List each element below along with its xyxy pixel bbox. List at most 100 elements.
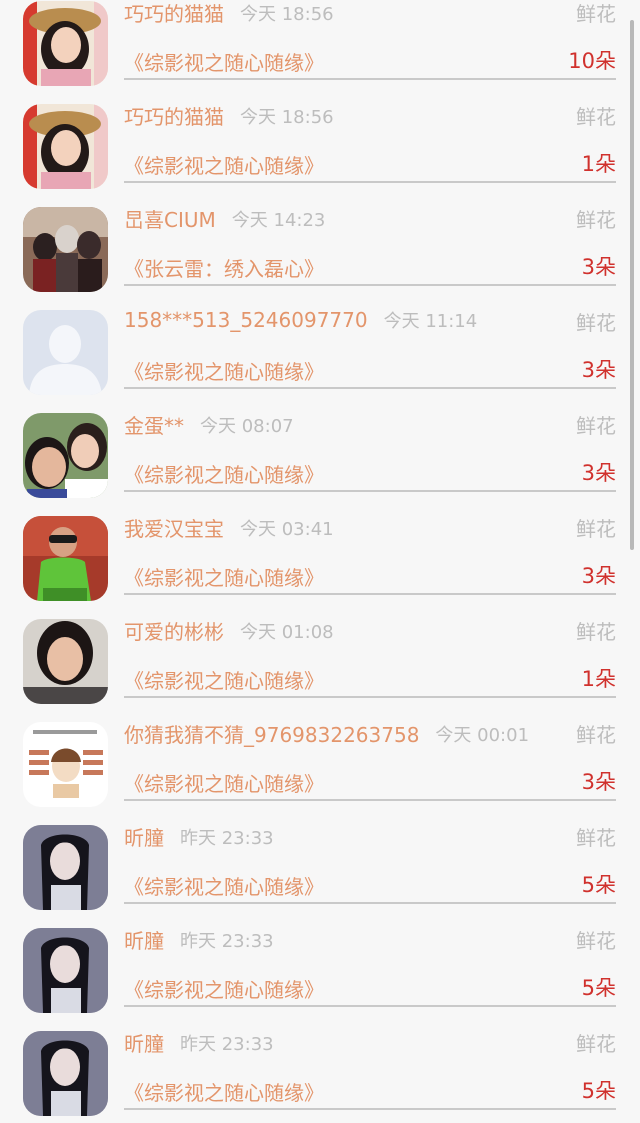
divider [124, 593, 616, 595]
divider [124, 78, 616, 80]
user-name[interactable]: 巧巧的猫猫 [124, 2, 224, 26]
timestamp: 今天 03:41 [240, 518, 334, 540]
avatar-hat-woman-icon [23, 104, 108, 189]
timestamp: 今天 11:14 [383, 311, 478, 332]
user-name[interactable]: 昕膧 [124, 929, 164, 953]
timestamp: 昨天 23:33 [180, 1033, 274, 1055]
book-title[interactable]: 《综影视之随心随缘》 [124, 665, 324, 694]
gift-type: 鲜花 [576, 517, 616, 541]
name-line: 158***513_5246097770 今天 11:14 [124, 307, 540, 333]
gift-count: 10朵 [568, 49, 616, 73]
book-title[interactable]: 《综影视之随心随缘》 [124, 47, 324, 76]
gift-type: 鲜花 [576, 311, 616, 335]
gift-type: 鲜花 [576, 105, 616, 129]
book-title[interactable]: 《综影视之随心随缘》 [124, 1077, 324, 1106]
divider [124, 181, 616, 183]
timestamp: 今天 18:56 [240, 3, 334, 25]
gift-type: 鲜花 [576, 414, 616, 438]
avatar[interactable] [23, 928, 108, 1013]
gift-count: 5朵 [581, 873, 616, 897]
avatar[interactable] [23, 825, 108, 910]
list-item[interactable]: 昕膧 昨天 23:33 鲜花 《综影视之随心随缘》 5朵 [0, 1020, 640, 1123]
list-item[interactable]: 巧巧的猫猫 今天 18:56 鲜花 《综影视之随心随缘》 10朵 [0, 0, 640, 93]
book-title[interactable]: 《综影视之随心随缘》 [124, 150, 324, 179]
list-item[interactable]: 可爱的彬彬 今天 01:08 鲜花 《综影视之随心随缘》 1朵 [0, 608, 640, 711]
name-line: 金蛋** 今天 08:07 [124, 410, 540, 439]
gift-count: 3朵 [581, 358, 616, 382]
avatar[interactable] [23, 207, 108, 292]
gift-count: 5朵 [581, 976, 616, 1000]
avatar-anime-group-icon [23, 207, 108, 292]
avatar[interactable] [23, 413, 108, 498]
timestamp: 今天 01:08 [240, 621, 334, 643]
book-title[interactable]: 《综影视之随心随缘》 [124, 459, 324, 488]
list-item[interactable]: 旵喜CIUM 今天 14:23 鲜花 《张云雷：绣入磊心》 3朵 [0, 196, 640, 299]
timestamp: 昨天 23:33 [180, 827, 274, 849]
divider [124, 799, 616, 801]
divider [124, 902, 616, 904]
avatar[interactable] [23, 1031, 108, 1116]
avatar[interactable] [23, 619, 108, 704]
avatar-cartoon-sticker-icon [23, 722, 108, 807]
list-item[interactable]: 我爱汉宝宝 今天 03:41 鲜花 《综影视之随心随缘》 3朵 [0, 505, 640, 608]
gift-record-list: 巧巧的猫猫 今天 18:56 鲜花 《综影视之随心随缘》 10朵 巧巧的猫猫 今天 … [0, 0, 640, 1123]
timestamp: 今天 08:07 [200, 415, 294, 437]
gift-count: 3朵 [581, 461, 616, 485]
list-item[interactable]: 158***513_5246097770 今天 11:14 鲜花 《综影视之随心随… [0, 299, 640, 402]
name-line: 昕膧 昨天 23:33 [124, 925, 540, 954]
user-name[interactable]: 昕膧 [124, 826, 164, 850]
scrollbar[interactable] [630, 20, 634, 550]
user-name[interactable]: 我爱汉宝宝 [124, 517, 224, 541]
book-title[interactable]: 《张云雷：绣入磊心》 [124, 253, 324, 282]
timestamp: 昨天 23:33 [180, 930, 274, 952]
book-title[interactable]: 《综影视之随心随缘》 [124, 356, 324, 385]
divider [124, 696, 616, 698]
name-line: 我爱汉宝宝 今天 03:41 [124, 513, 540, 542]
gift-type: 鲜花 [576, 2, 616, 26]
list-item[interactable]: 昕膧 昨天 23:33 鲜花 《综影视之随心随缘》 5朵 [0, 917, 640, 1020]
gift-type: 鲜花 [576, 723, 616, 747]
book-title[interactable]: 《综影视之随心随缘》 [124, 871, 324, 900]
user-name[interactable]: 你猜我猜不猜_9769832263758 [124, 723, 419, 747]
avatar-mother-child-icon [23, 413, 108, 498]
avatar-hat-woman-icon [23, 1, 108, 86]
book-title[interactable]: 《综影视之随心随缘》 [124, 562, 324, 591]
name-line: 可爱的彬彬 今天 01:08 [124, 616, 540, 645]
gift-count: 3朵 [581, 770, 616, 794]
avatar-anime-girl-icon [23, 825, 108, 910]
avatar[interactable] [23, 516, 108, 601]
avatar[interactable] [23, 1, 108, 86]
avatar-default-silhouette-icon [23, 310, 108, 395]
user-name[interactable]: 旵喜CIUM [124, 208, 216, 232]
book-title[interactable]: 《综影视之随心随缘》 [124, 974, 324, 1003]
gift-type: 鲜花 [576, 826, 616, 850]
name-line: 巧巧的猫猫 今天 18:56 [124, 0, 540, 27]
user-name[interactable]: 巧巧的猫猫 [124, 105, 224, 129]
list-item[interactable]: 昕膧 昨天 23:33 鲜花 《综影视之随心随缘》 5朵 [0, 814, 640, 917]
list-item[interactable]: 你猜我猜不猜_9769832263758 今天 00:01 鲜花 《综影视之随心随… [0, 711, 640, 814]
timestamp: 今天 14:23 [231, 209, 326, 231]
avatar[interactable] [23, 310, 108, 395]
list-item[interactable]: 巧巧的猫猫 今天 18:56 鲜花 《综影视之随心随缘》 1朵 [0, 93, 640, 196]
divider [124, 387, 616, 389]
divider [124, 1005, 616, 1007]
gift-type: 鲜花 [576, 929, 616, 953]
name-line: 旵喜CIUM 今天 14:23 [124, 204, 540, 233]
gift-type: 鲜花 [576, 208, 616, 232]
gift-count: 3朵 [581, 564, 616, 588]
avatar-anime-girl-icon [23, 1031, 108, 1116]
name-line: 巧巧的猫猫 今天 18:56 [124, 101, 540, 130]
name-line: 昕膧 昨天 23:33 [124, 822, 540, 851]
list-item[interactable]: 金蛋** 今天 08:07 鲜花 《综影视之随心随缘》 3朵 [0, 402, 640, 505]
user-name[interactable]: 可爱的彬彬 [124, 620, 224, 644]
user-name[interactable]: 昕膧 [124, 1032, 164, 1056]
divider [124, 284, 616, 286]
avatar[interactable] [23, 104, 108, 189]
book-title[interactable]: 《综影视之随心随缘》 [124, 768, 324, 797]
user-name[interactable]: 金蛋** [124, 414, 184, 438]
gift-count: 3朵 [581, 255, 616, 279]
divider [124, 490, 616, 492]
avatar[interactable] [23, 722, 108, 807]
user-name[interactable]: 158***513_5246097770 [124, 308, 368, 332]
avatar-woman-selfie-icon [23, 619, 108, 704]
